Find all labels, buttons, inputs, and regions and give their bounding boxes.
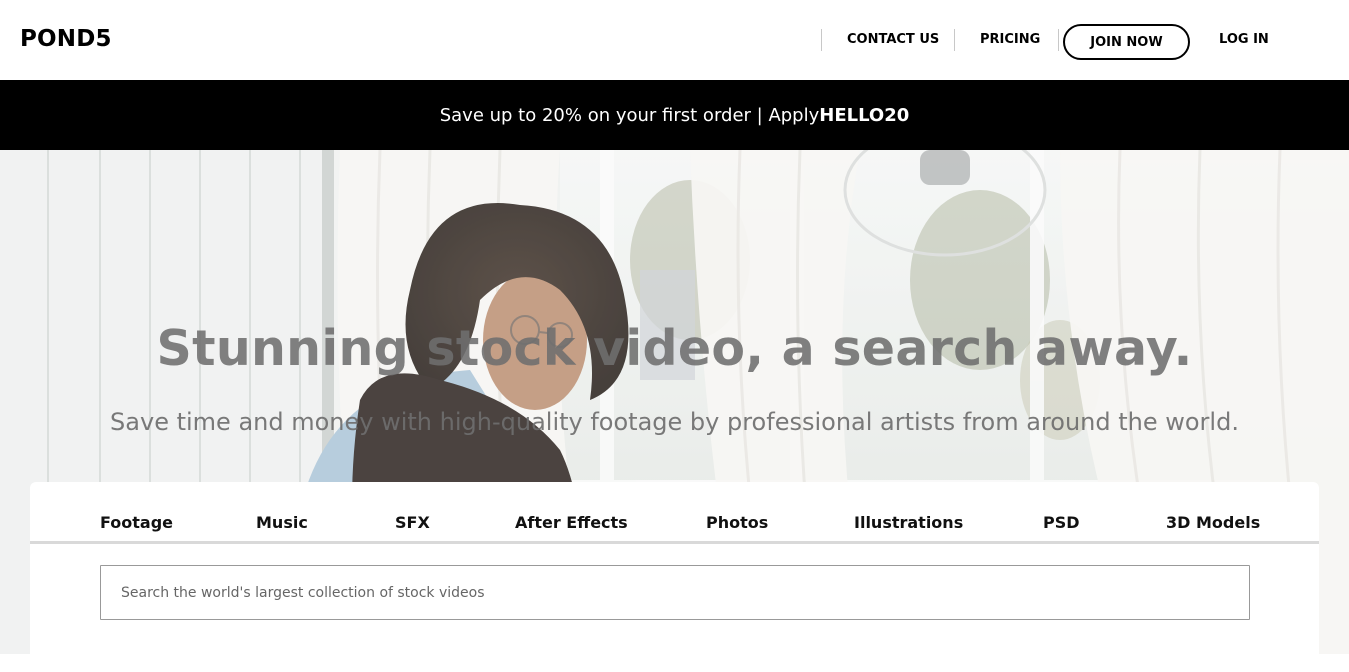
hero-subtitle: Save time and money with high-quality fo… xyxy=(110,408,1239,436)
site-header: POND5 CONTACT US PRICING JOIN NOW LOG IN xyxy=(0,0,1349,80)
nav-divider xyxy=(821,29,822,51)
search-card: Footage Music SFX After Effects Photos I… xyxy=(30,482,1319,672)
log-in-link[interactable]: LOG IN xyxy=(1219,32,1269,47)
pricing-link[interactable]: PRICING xyxy=(980,32,1040,47)
tab-illustrations[interactable]: Illustrations xyxy=(854,513,963,532)
asset-type-tabs: Footage Music SFX After Effects Photos I… xyxy=(30,482,1319,544)
hero-title: Stunning stock video, a search away. xyxy=(156,320,1193,377)
tab-psd[interactable]: PSD xyxy=(1043,513,1080,532)
promo-text: Save up to 20% on your first order | App… xyxy=(439,104,820,126)
tab-sfx[interactable]: SFX xyxy=(395,513,430,532)
tab-photos[interactable]: Photos xyxy=(706,513,768,532)
search-input[interactable] xyxy=(100,565,1250,620)
tab-footage[interactable]: Footage xyxy=(100,513,173,532)
tab-music[interactable]: Music xyxy=(256,513,308,532)
promo-code: HELLO20 xyxy=(819,104,910,126)
nav-divider xyxy=(1058,29,1059,51)
tab-3d-models[interactable]: 3D Models xyxy=(1166,513,1260,532)
promo-banner: Save up to 20% on your first order | App… xyxy=(0,80,1349,150)
nav-divider xyxy=(954,29,955,51)
join-now-button[interactable]: JOIN NOW xyxy=(1063,24,1190,60)
contact-us-link[interactable]: CONTACT US xyxy=(847,32,939,47)
pond5-logo[interactable]: POND5 xyxy=(20,26,112,52)
tab-after-effects[interactable]: After Effects xyxy=(515,513,628,532)
